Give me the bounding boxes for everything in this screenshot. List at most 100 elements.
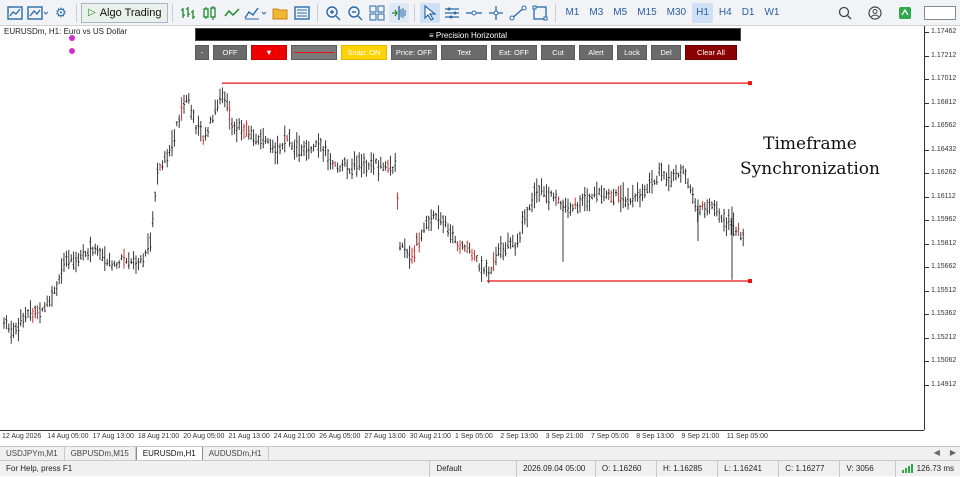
horizontal-line-icon[interactable] xyxy=(464,3,484,23)
zoom-out-icon[interactable] xyxy=(345,3,365,23)
price-bar xyxy=(39,302,41,324)
price-bar xyxy=(418,232,421,253)
crosshair-settings-icon[interactable] xyxy=(442,3,462,23)
price-bar xyxy=(432,210,435,220)
price-bar xyxy=(298,135,301,162)
price-axis[interactable]: 1.17462 1.17212 1.17012 1.16812 1.16562 1.164… xyxy=(924,26,960,430)
timeframe-d1[interactable]: D1 xyxy=(738,3,759,23)
tile-windows-icon[interactable] xyxy=(367,3,387,23)
price-bar xyxy=(437,205,440,230)
panel-btn-cut[interactable]: Cut xyxy=(541,45,575,60)
algo-trading-button[interactable]: ▷ Algo Trading xyxy=(81,2,169,23)
status-help: For Help, press F1 xyxy=(6,463,73,473)
price-bar xyxy=(663,171,665,180)
price-bar xyxy=(216,99,219,112)
price-bar xyxy=(607,188,610,200)
price-bar xyxy=(303,140,305,156)
timeframe-m15[interactable]: M15 xyxy=(633,3,660,23)
settings-gear-icon[interactable]: ⚙ xyxy=(51,3,71,23)
time-label: 27 Aug 13:00 xyxy=(364,433,406,440)
price-bar xyxy=(643,184,646,199)
price-bar xyxy=(231,117,233,136)
price-bar xyxy=(389,155,392,176)
candlestick-icon[interactable] xyxy=(200,3,220,23)
price-bar xyxy=(43,302,46,313)
account-icon[interactable] xyxy=(865,3,885,23)
panel-title[interactable]: ≡ Precision Horizontal xyxy=(195,28,741,41)
tab-usdjpym-m1[interactable]: USDJPYm,M1 xyxy=(0,447,65,460)
panel-btn-off[interactable]: OFF xyxy=(213,45,247,60)
price-bar xyxy=(430,209,433,231)
panel-btn-del[interactable]: Del xyxy=(651,45,681,60)
indicators-dropdown-icon[interactable] xyxy=(244,3,268,23)
price-bar xyxy=(449,224,452,243)
price-bar xyxy=(214,99,217,116)
timeframe-m1[interactable]: M1 xyxy=(561,3,583,23)
price-bar xyxy=(466,240,469,253)
price-bar xyxy=(538,185,541,202)
price-bar xyxy=(442,215,445,234)
templates-folder-icon[interactable] xyxy=(270,3,290,23)
price-bar xyxy=(156,162,159,185)
lower-horizontal-level-handle[interactable] xyxy=(748,279,752,283)
price-bar xyxy=(324,140,327,157)
panel-btn-alert[interactable]: Alert xyxy=(579,45,613,60)
panel-btn-price-off[interactable]: Price: OFF xyxy=(391,45,437,60)
panel-btn-clear-all[interactable]: Clear All xyxy=(685,45,737,60)
upper-horizontal-level-handle[interactable] xyxy=(748,81,752,86)
chart-window-preview[interactable] xyxy=(924,6,956,20)
new-chart-icon[interactable] xyxy=(5,3,25,23)
price-bar xyxy=(619,185,622,213)
status-network[interactable]: 126.73 ms xyxy=(894,460,960,477)
chart-area[interactable]: EURUSDm, H1: Euro vs US Dollar 1.17462 1.… xyxy=(0,26,960,446)
tab-audusdm-h1[interactable]: AUDUSDm,H1 xyxy=(203,447,269,460)
price-bar xyxy=(180,97,183,121)
price-bar xyxy=(5,315,8,330)
cursor-icon[interactable] xyxy=(420,2,441,23)
panel-btn-line-style[interactable] xyxy=(291,45,337,60)
timeframe-m3[interactable]: M3 xyxy=(585,3,607,23)
chart-shift-icon[interactable] xyxy=(389,2,410,23)
timeframe-h1[interactable]: H1 xyxy=(692,2,713,23)
timeframe-m5[interactable]: M5 xyxy=(609,3,631,23)
timeframe-h4[interactable]: H4 xyxy=(715,3,736,23)
panel-btn-text[interactable]: Text xyxy=(441,45,487,60)
vertical-crosshair-icon[interactable] xyxy=(486,3,506,23)
panel-btn-snap-on[interactable]: Snap: ON xyxy=(341,45,387,60)
price-bar xyxy=(53,286,56,295)
price-chart[interactable] xyxy=(0,26,924,430)
line-chart-icon[interactable] xyxy=(222,3,242,23)
price-bar xyxy=(725,217,728,236)
panel-btn-ext-off[interactable]: Ext: OFF xyxy=(491,45,537,60)
tab-gbpusdm-m15[interactable]: GBPUSDm,M15 xyxy=(65,447,136,460)
price-bar xyxy=(413,245,416,263)
panel-btn-lock[interactable]: Lock xyxy=(617,45,647,60)
price-bar xyxy=(682,165,685,174)
zoom-in-icon[interactable] xyxy=(323,3,343,23)
time-axis[interactable]: 12 Aug 2026 14 Aug 05:00 17 Aug 13:00 18 Au… xyxy=(0,430,924,446)
status-profile[interactable]: Default xyxy=(429,460,516,477)
tab-scroll-left-icon[interactable]: ◀ xyxy=(934,448,940,457)
time-label: 24 Aug 21:00 xyxy=(273,433,316,440)
profiles-icon[interactable] xyxy=(292,3,312,23)
price-bar xyxy=(123,248,125,269)
trendline-icon[interactable] xyxy=(508,3,528,23)
timeframe-m30[interactable]: M30 xyxy=(663,3,690,23)
tab-eurusdm-h1[interactable]: EURUSDm,H1 xyxy=(135,447,203,460)
price-bar xyxy=(192,109,195,123)
status-low: L: 1.16241 xyxy=(717,460,778,477)
time-label: 8 Sep 13:00 xyxy=(636,433,674,440)
price-bar xyxy=(183,94,185,114)
price-bar xyxy=(576,202,579,214)
search-icon[interactable] xyxy=(835,3,855,23)
bar-chart-icon[interactable] xyxy=(178,3,198,23)
panel-btn-direction[interactable]: ▼ xyxy=(251,45,287,60)
price-bar xyxy=(276,135,279,165)
rectangle-tool-icon[interactable] xyxy=(530,3,550,23)
panel-btn-line-style[interactable]: - xyxy=(195,45,209,60)
chart-type-dropdown-icon[interactable] xyxy=(27,3,49,23)
community-icon[interactable] xyxy=(895,3,915,23)
tab-scroll-right-icon[interactable]: ▶ xyxy=(950,448,956,457)
price-bar xyxy=(29,300,32,321)
timeframe-w1[interactable]: W1 xyxy=(760,3,783,23)
